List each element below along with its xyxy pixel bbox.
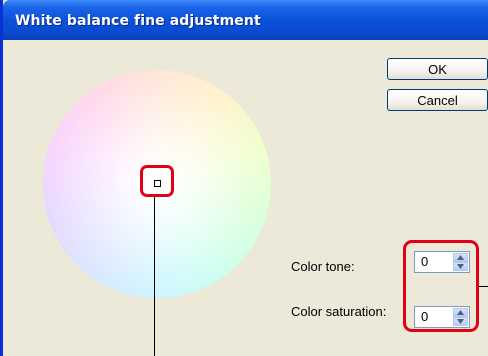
color-tone-label: Color tone: xyxy=(291,259,355,274)
marker-callout-line xyxy=(154,197,155,356)
dialog-window: White balance fine adjustment OK Cancel … xyxy=(0,0,488,356)
ok-button[interactable]: OK xyxy=(387,58,488,80)
spinbox-callout-line xyxy=(479,286,488,287)
cancel-button[interactable]: Cancel xyxy=(387,89,488,111)
spinbox-highlight-annotation xyxy=(403,240,479,332)
window-title: White balance fine adjustment xyxy=(15,13,261,29)
color-saturation-label: Color saturation: xyxy=(291,304,387,319)
marker-highlight-annotation xyxy=(140,165,174,197)
title-bar[interactable]: White balance fine adjustment xyxy=(3,0,488,40)
